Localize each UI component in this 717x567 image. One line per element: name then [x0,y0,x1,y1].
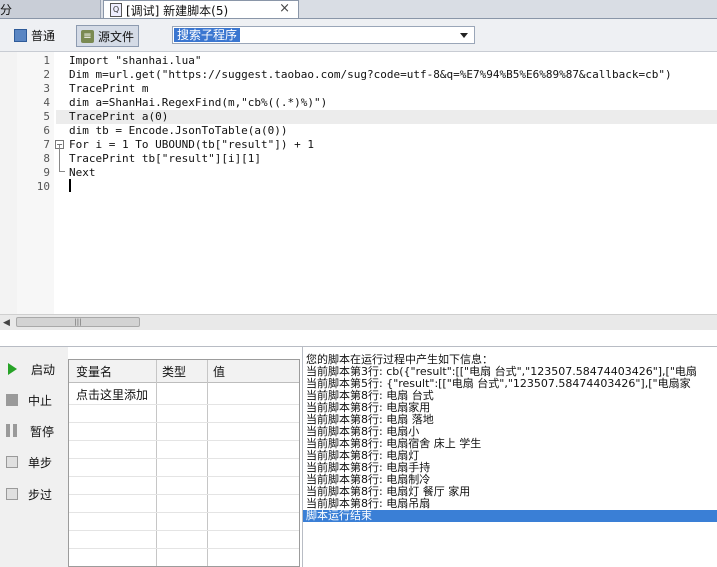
scroll-left-icon[interactable]: ◀ [3,318,10,328]
code-line[interactable]: dim tb = Encode.JsonToTable(a(0)) [69,124,288,138]
tab-bar: 分 Q [调试] 新建脚本(5) × [0,0,717,19]
chevron-down-icon[interactable] [460,33,468,38]
run-finished-text: 脚本运行结束 [306,509,372,522]
grid-row-line [69,440,299,441]
code-line[interactable]: For i = 1 To UBOUND(tb["result"]) + 1 [69,138,314,152]
code-line[interactable]: TracePrint a(0) [69,110,168,124]
source-file-icon: ≡ [81,29,94,43]
normal-view-button[interactable]: 普通 [14,25,55,45]
debug-controls: 启动 中止 暂停 单步 步过 [0,347,68,567]
step-over-button[interactable]: 步过 [4,484,52,504]
line-number: 8 [43,152,50,165]
grid-row-line [69,494,299,495]
log-line-selected[interactable]: 脚本运行结束 [303,510,717,522]
tab-script-title: [调试] 新建脚本(5) [126,4,229,18]
line-number: 7 [43,138,50,151]
code-line[interactable]: Import "shanhai.lua" [69,54,201,68]
grid-row-line [69,422,299,423]
line-number: 10 [36,180,50,193]
source-view-button[interactable]: ≡ 源文件 [76,25,140,47]
start-label: 启动 [31,362,56,377]
pause-button[interactable]: 暂停 [4,421,54,441]
column-divider [207,360,208,566]
grid-row-line [69,476,299,477]
fold-guide [59,145,61,171]
scrollbar-thumb[interactable]: ||| [16,317,140,327]
pause-icon [6,424,20,438]
column-header-value[interactable]: 值 [213,363,225,380]
line-number: 4 [43,96,50,109]
grid-row-line [69,404,299,405]
grid-row-line [69,548,299,549]
script-file-icon: Q [110,3,122,17]
editor-toolbar: 普通 ≡ 源文件 搜索子程序 [0,19,717,52]
grid-row-line [69,458,299,459]
stop-label: 中止 [28,393,53,408]
line-number: 3 [43,82,50,95]
tab-script[interactable]: Q [调试] 新建脚本(5) × [103,0,299,18]
subroutine-select-value: 搜索子程序 [174,28,241,42]
tab-previous-label: 分 [0,3,13,17]
step-over-label: 步过 [28,487,53,502]
output-log[interactable]: 您的脚本在运行过程中产生如下信息： 当前脚本第3行: cb({"result":… [302,347,717,567]
column-divider [156,360,157,566]
code-line[interactable]: dim a=ShanHai.RegexFind(m,"cb%((.*)%)") [69,96,327,110]
pause-label: 暂停 [30,424,55,439]
step-over-icon [6,488,18,500]
stop-button[interactable]: 中止 [4,390,52,410]
column-header-name[interactable]: 变量名 [76,363,112,380]
stop-icon [6,394,18,406]
line-number-gutter: 1 2 3 4 5 6 7 8 9 10 [17,52,54,316]
subroutine-search-select[interactable]: 搜索子程序 [172,26,475,44]
line-number: 1 [43,54,50,67]
add-variable-row[interactable]: 点击这里添加 [76,386,148,403]
step-button[interactable]: 单步 [4,452,52,472]
step-into-icon [6,456,18,468]
editor-horizontal-scrollbar[interactable]: ◀ ||| [0,314,717,330]
start-button[interactable]: 启动 [4,359,55,379]
grid-row-line [69,512,299,513]
normal-view-label: 普通 [31,28,56,43]
text-caret [69,179,71,192]
line-number: 6 [43,124,50,137]
code-editor[interactable]: 1 2 3 4 5 6 7 8 9 10 − Import "shanhai.l… [0,52,717,316]
code-line[interactable]: TracePrint tb["result"][i][1] [69,152,261,166]
code-line[interactable]: Dim m=url.get("https://suggest.taobao.co… [69,68,672,82]
line-number: 5 [43,110,50,123]
play-icon [8,363,17,375]
variables-header: 变量名 类型 值 [69,360,299,383]
tab-previous[interactable]: 分 [0,0,101,18]
line-number: 9 [43,166,50,179]
grid-row-line [69,530,299,531]
code-line[interactable]: TracePrint m [69,82,148,96]
debug-area: 启动 中止 暂停 单步 步过 变量名 类型 值 点击这里添加 您的脚本在运行过程… [0,346,717,567]
source-view-label: 源文件 [98,29,135,44]
line-number: 2 [43,68,50,81]
variables-grid[interactable]: 变量名 类型 值 点击这里添加 [68,359,300,567]
normal-view-icon [14,28,27,42]
close-tab-icon[interactable]: × [279,1,290,16]
breakpoint-margin[interactable] [0,52,17,316]
column-header-type[interactable]: 类型 [162,363,186,380]
code-line[interactable]: Next [69,166,96,180]
step-label: 单步 [28,455,53,470]
fold-guide-end [59,171,65,172]
